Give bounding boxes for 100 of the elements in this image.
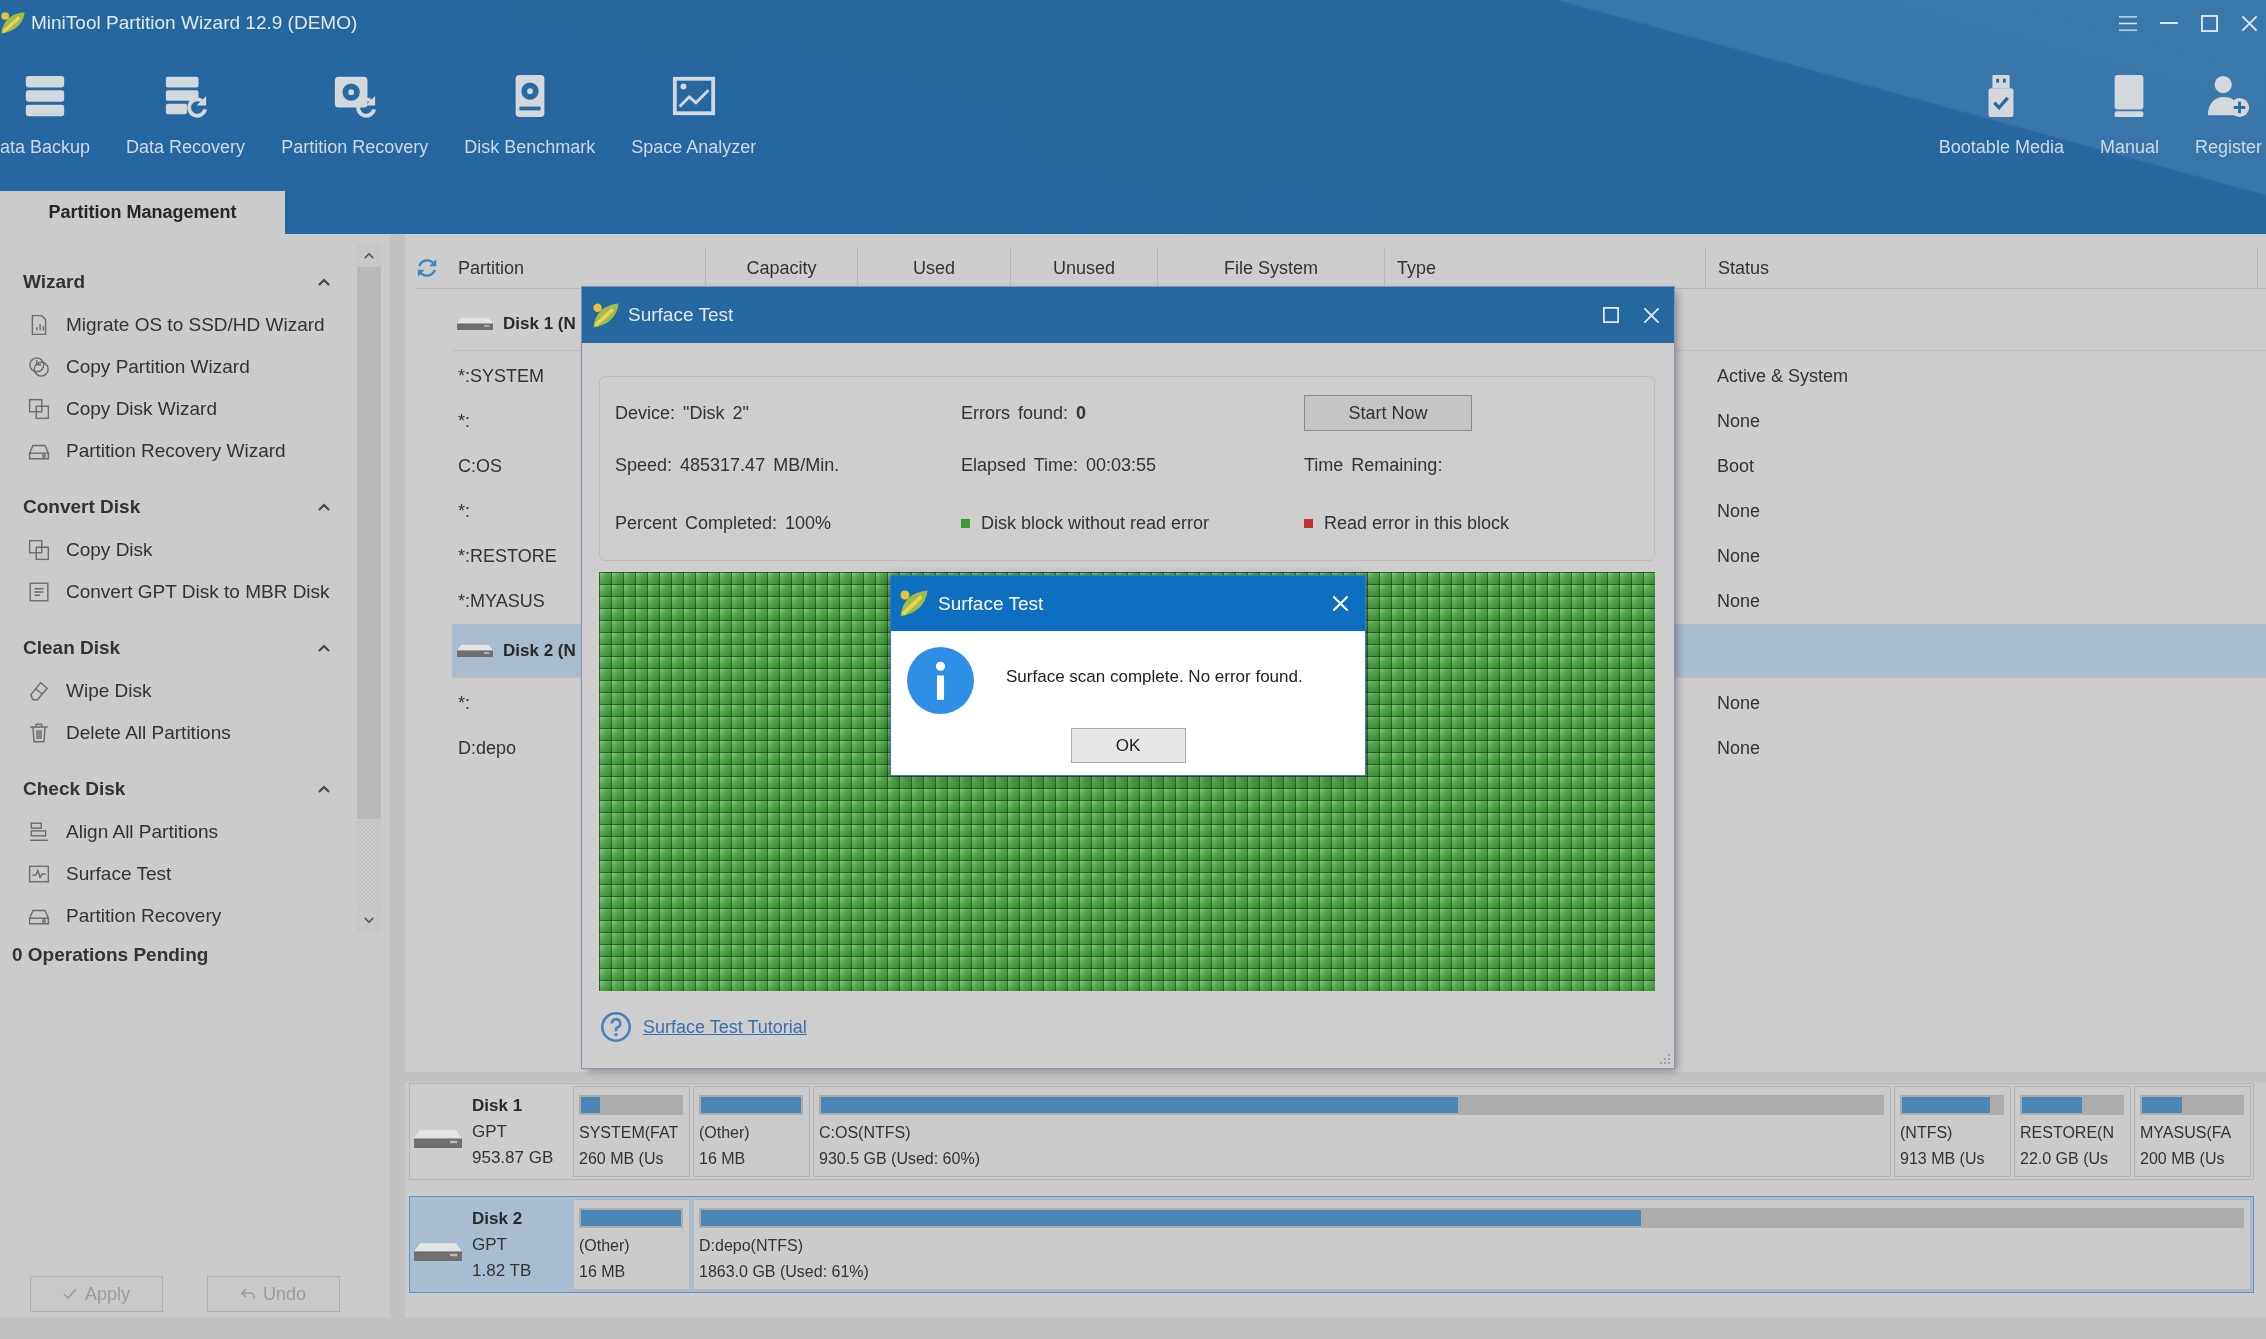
disk-name: Disk 2	[472, 1208, 523, 1229]
help-icon[interactable]	[601, 1012, 631, 1042]
stat-text: Elapsed Time: 00:03:55	[961, 454, 1157, 476]
message-text: Surface scan complete. No error found.	[1006, 667, 1303, 687]
scrollbar[interactable]	[356, 244, 381, 932]
chevron-up-icon[interactable]	[317, 503, 330, 511]
trash-icon	[28, 722, 50, 744]
sidebar-item[interactable]: Delete All Partitions	[0, 712, 330, 754]
partition-size: 16 MB	[699, 1150, 746, 1168]
sidebar-item[interactable]: Copy Partition Wizard	[0, 346, 330, 388]
stat-text: Time Remaining:	[1304, 454, 1443, 476]
tab[interactable]: Partition Management	[0, 191, 285, 234]
partition-size: 16 MB	[579, 1263, 626, 1281]
table-cell: None	[1717, 501, 1761, 522]
sidebar-item[interactable]: Migrate OS to SSD/HD Wizard	[0, 304, 330, 346]
stat-text: Device: "Disk 2"	[615, 402, 749, 424]
align-bars-icon	[28, 821, 50, 843]
maximize-icon[interactable]	[2201, 14, 2218, 32]
partition-size: 913 MB (Us	[1900, 1150, 1985, 1168]
check-icon	[63, 1288, 77, 1300]
window-title: MiniTool Partition Wizard 12.9 (DEMO)	[31, 12, 358, 34]
sidebar-item[interactable]: Convert GPT Disk to MBR Disk	[0, 571, 330, 613]
partition-label: C:OS(NTFS)	[819, 1124, 911, 1142]
ok-button[interactable]: OK	[1070, 728, 1186, 763]
pulse-chart-icon	[28, 863, 50, 885]
undo-arrow-icon	[241, 1288, 255, 1300]
section-title: Wizard	[23, 271, 86, 293]
toolbar-button[interactable]: Data Recovery	[126, 73, 246, 158]
stat-text: Errors found: 0	[961, 402, 1087, 424]
hard-drive-icon	[414, 1129, 462, 1148]
chevron-up-icon[interactable]	[317, 644, 330, 652]
column-header[interactable]: Partition	[452, 248, 705, 288]
app-logo-icon	[899, 589, 929, 618]
partition-block[interactable]: (Other) 16 MB	[573, 1199, 690, 1290]
user-add-icon	[2205, 73, 2252, 119]
chevron-up-icon[interactable]	[317, 785, 330, 793]
sidebar-item[interactable]: Partition Recovery Wizard	[0, 430, 330, 472]
close-icon[interactable]	[2241, 14, 2258, 32]
section-title: Check Disk	[23, 778, 126, 800]
partition-block[interactable]: D:depo(NTFS) 1863.0 GB (Used: 61%)	[693, 1199, 2251, 1290]
disk-card[interactable]: Disk 2 GPT 1.82 TB (Other) 16 MB D:depo(NTFS) 1863.0 GB (Used: 61%)	[409, 1196, 2254, 1293]
resize-grip-icon[interactable]	[1659, 1053, 1671, 1065]
scroll-up-icon[interactable]	[363, 252, 374, 259]
partition-label: (Other)	[699, 1124, 750, 1142]
chevron-up-icon[interactable]	[317, 278, 330, 286]
refresh-icon[interactable]	[416, 257, 438, 279]
partition-label: D:depo(NTFS)	[699, 1237, 804, 1255]
section-title: Clean Disk	[23, 637, 121, 659]
close-icon[interactable]	[1643, 306, 1660, 324]
toolbar-button[interactable]: Space Analyzer	[631, 73, 757, 158]
partition-size: 22.0 GB (Us	[2020, 1150, 2109, 1168]
sidebar-item[interactable]: Partition Recovery	[0, 895, 330, 937]
table-cell: *:	[458, 693, 470, 714]
sidebar-item[interactable]: Align All Partitions	[0, 811, 330, 853]
sidebar-item[interactable]: Copy Disk	[0, 529, 330, 571]
column-header[interactable]: Status	[1705, 248, 2258, 288]
disk-scheme: GPT	[472, 1234, 507, 1255]
table-cell: *:RESTORE	[458, 546, 557, 567]
partition-label: MYASUS(FA	[2140, 1124, 2232, 1142]
legend-label: Disk block without read error	[981, 512, 1210, 534]
partition-label: SYSTEM(FAT	[579, 1124, 679, 1142]
partition-block[interactable]: C:OS(NTFS) 930.5 GB (Used: 60%)	[813, 1086, 1891, 1177]
stat-text: Speed: 485317.47 MB/Min.	[615, 454, 840, 476]
partition-size: 1863.0 GB (Used: 61%)	[699, 1263, 869, 1281]
partition-label: (NTFS)	[1900, 1124, 1953, 1142]
partition-block[interactable]: (NTFS) 913 MB (Us	[1894, 1086, 2011, 1177]
section-title: Convert Disk	[23, 496, 141, 518]
toolbar-button[interactable]: Disk Benchmark	[464, 73, 596, 158]
hard-drive-icon	[414, 1242, 462, 1261]
sidebar-item[interactable]: Surface Test	[0, 853, 330, 895]
partition-size: 930.5 GB (Used: 60%)	[819, 1150, 980, 1168]
disk-scheme: GPT	[472, 1121, 507, 1142]
toolbar-button[interactable]: Partition Recovery	[281, 73, 429, 158]
table-cell: *:	[458, 501, 470, 522]
disk-size: 953.87 GB	[472, 1147, 554, 1168]
partition-size: 260 MB (Us	[579, 1150, 664, 1168]
dialog-title: Surface Test	[938, 592, 1044, 615]
disk-card[interactable]: Disk 1 GPT 953.87 GB SYSTEM(FAT 260 MB (Us (Other) 16 MB C:OS(NTFS) 930.5 GB (Used: 60%) (NTFS) 913 MB (Us RESTORE(N 22.0 GB (Us MYASUS(FA 200 MB (Us	[409, 1083, 2254, 1180]
menu-icon[interactable]	[2119, 15, 2137, 31]
start-button[interactable]: Start Now	[1304, 395, 1472, 431]
app-logo-icon	[0, 11, 26, 35]
scroll-down-icon[interactable]	[363, 917, 374, 924]
overlapping-circles-icon	[28, 356, 50, 378]
maximize-icon[interactable]	[1603, 307, 1619, 323]
partition-label: (Other)	[579, 1237, 630, 1255]
partition-block[interactable]: (Other) 16 MB	[693, 1086, 810, 1177]
stat-text: Percent Completed: 100%	[615, 512, 832, 534]
partition-block[interactable]: MYASUS(FA 200 MB (Us	[2134, 1086, 2251, 1177]
toolbar-button[interactable]: Bootable Media	[1938, 73, 2064, 158]
partition-block[interactable]: RESTORE(N 22.0 GB (Us	[2014, 1086, 2131, 1177]
sidebar-item[interactable]: Copy Disk Wizard	[0, 388, 330, 430]
toolbar-button[interactable]: ata Backup	[0, 73, 91, 158]
partition-block[interactable]: SYSTEM(FAT 260 MB (Us	[573, 1086, 690, 1177]
copy-icon	[28, 539, 50, 561]
app-logo-icon	[592, 301, 620, 329]
disk-size: 1.82 TB	[472, 1260, 532, 1281]
copy-icon	[28, 398, 50, 420]
sidebar-item[interactable]: Wipe Disk	[0, 670, 330, 712]
hard-drive-icon	[457, 317, 493, 330]
info-icon	[907, 647, 974, 714]
